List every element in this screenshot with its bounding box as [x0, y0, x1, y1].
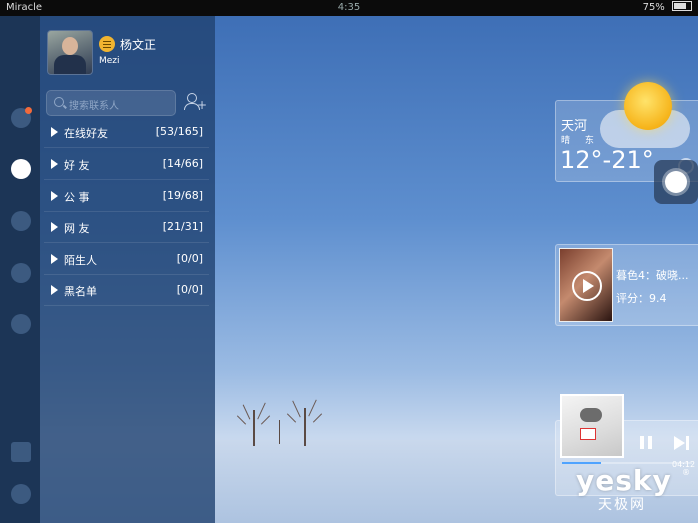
- group-name: 公 事: [64, 191, 90, 204]
- album-art[interactable]: [560, 394, 624, 458]
- settings-icon[interactable]: [11, 484, 31, 504]
- group-icon[interactable]: [11, 211, 31, 231]
- app-frame: Miracle 4:35 75% 杨文正 Mezi 搜索联系人 + 在线好友 […: [0, 0, 698, 523]
- expand-arrow-icon: [51, 159, 58, 169]
- avatar[interactable]: [47, 30, 93, 75]
- expand-arrow-icon: [51, 222, 58, 232]
- skin-icon[interactable]: [11, 442, 31, 462]
- group-row[interactable]: 好 友 [14/66]: [44, 150, 209, 180]
- watermark-logo: yesky: [576, 464, 672, 497]
- weather-temp: 12°-21°: [560, 146, 654, 174]
- add-contact-icon[interactable]: +: [184, 92, 207, 112]
- group-count: [0/0]: [176, 283, 203, 296]
- online-status-icon[interactable]: [99, 36, 115, 52]
- floating-assist-button[interactable]: [654, 160, 698, 204]
- watermark-registered: ®: [682, 468, 690, 477]
- weather-city: 天河: [561, 119, 588, 134]
- movie-poster[interactable]: [559, 248, 613, 322]
- group-row[interactable]: 网 友 [21/31]: [44, 213, 209, 243]
- search-placeholder: 搜索联系人: [69, 101, 119, 112]
- movie-score: 评分：9.4: [616, 292, 667, 305]
- pause-button[interactable]: [640, 436, 654, 450]
- tree-3: [279, 420, 280, 444]
- group-name: 网 友: [64, 222, 90, 235]
- search-input[interactable]: 搜索联系人: [46, 90, 176, 116]
- group-name: 在线好友: [64, 127, 108, 140]
- group-name: 陌生人: [64, 254, 97, 267]
- contacts-icon[interactable]: [11, 159, 31, 179]
- expand-arrow-icon: [51, 285, 58, 295]
- expand-arrow-icon: [51, 127, 58, 137]
- battery-indicator: 75%: [643, 0, 692, 16]
- apps-icon[interactable]: [11, 314, 31, 334]
- recent-icon[interactable]: [11, 107, 32, 128]
- status-bar: Miracle 4:35 75%: [0, 0, 698, 16]
- group-count: [53/165]: [155, 125, 203, 138]
- expand-arrow-icon: [51, 254, 58, 264]
- profile-name: 杨文正: [120, 38, 157, 52]
- watermark-subtitle: 天极网: [598, 497, 646, 513]
- sun-icon: [624, 82, 672, 130]
- group-count: [14/66]: [162, 157, 203, 170]
- expand-arrow-icon: [51, 191, 58, 201]
- group-count: [0/0]: [176, 252, 203, 265]
- weather-desc: 晴 东: [561, 136, 600, 146]
- clock: 4:35: [337, 2, 361, 13]
- battery-icon: [672, 1, 692, 11]
- notification-dot: [25, 107, 32, 114]
- play-icon[interactable]: [572, 271, 602, 301]
- group-row[interactable]: 公 事 [19/68]: [44, 182, 209, 212]
- profile-signature: Mezi: [99, 56, 120, 66]
- group-row[interactable]: 黑名单 [0/0]: [44, 276, 209, 306]
- group-row[interactable]: 在线好友 [53/165]: [44, 118, 209, 148]
- favorites-icon[interactable]: [11, 263, 31, 283]
- group-name: 黑名单: [64, 285, 97, 298]
- group-row[interactable]: 陌生人 [0/0]: [44, 245, 209, 275]
- battery-percent: 75%: [642, 2, 665, 13]
- side-nav: [0, 16, 40, 523]
- group-count: [21/31]: [162, 220, 203, 233]
- next-track-button[interactable]: [674, 436, 690, 450]
- movie-title: 暮色4：破晓...: [616, 269, 689, 282]
- group-count: [19/68]: [162, 189, 203, 202]
- search-icon: [54, 97, 64, 107]
- group-name: 好 友: [64, 159, 90, 172]
